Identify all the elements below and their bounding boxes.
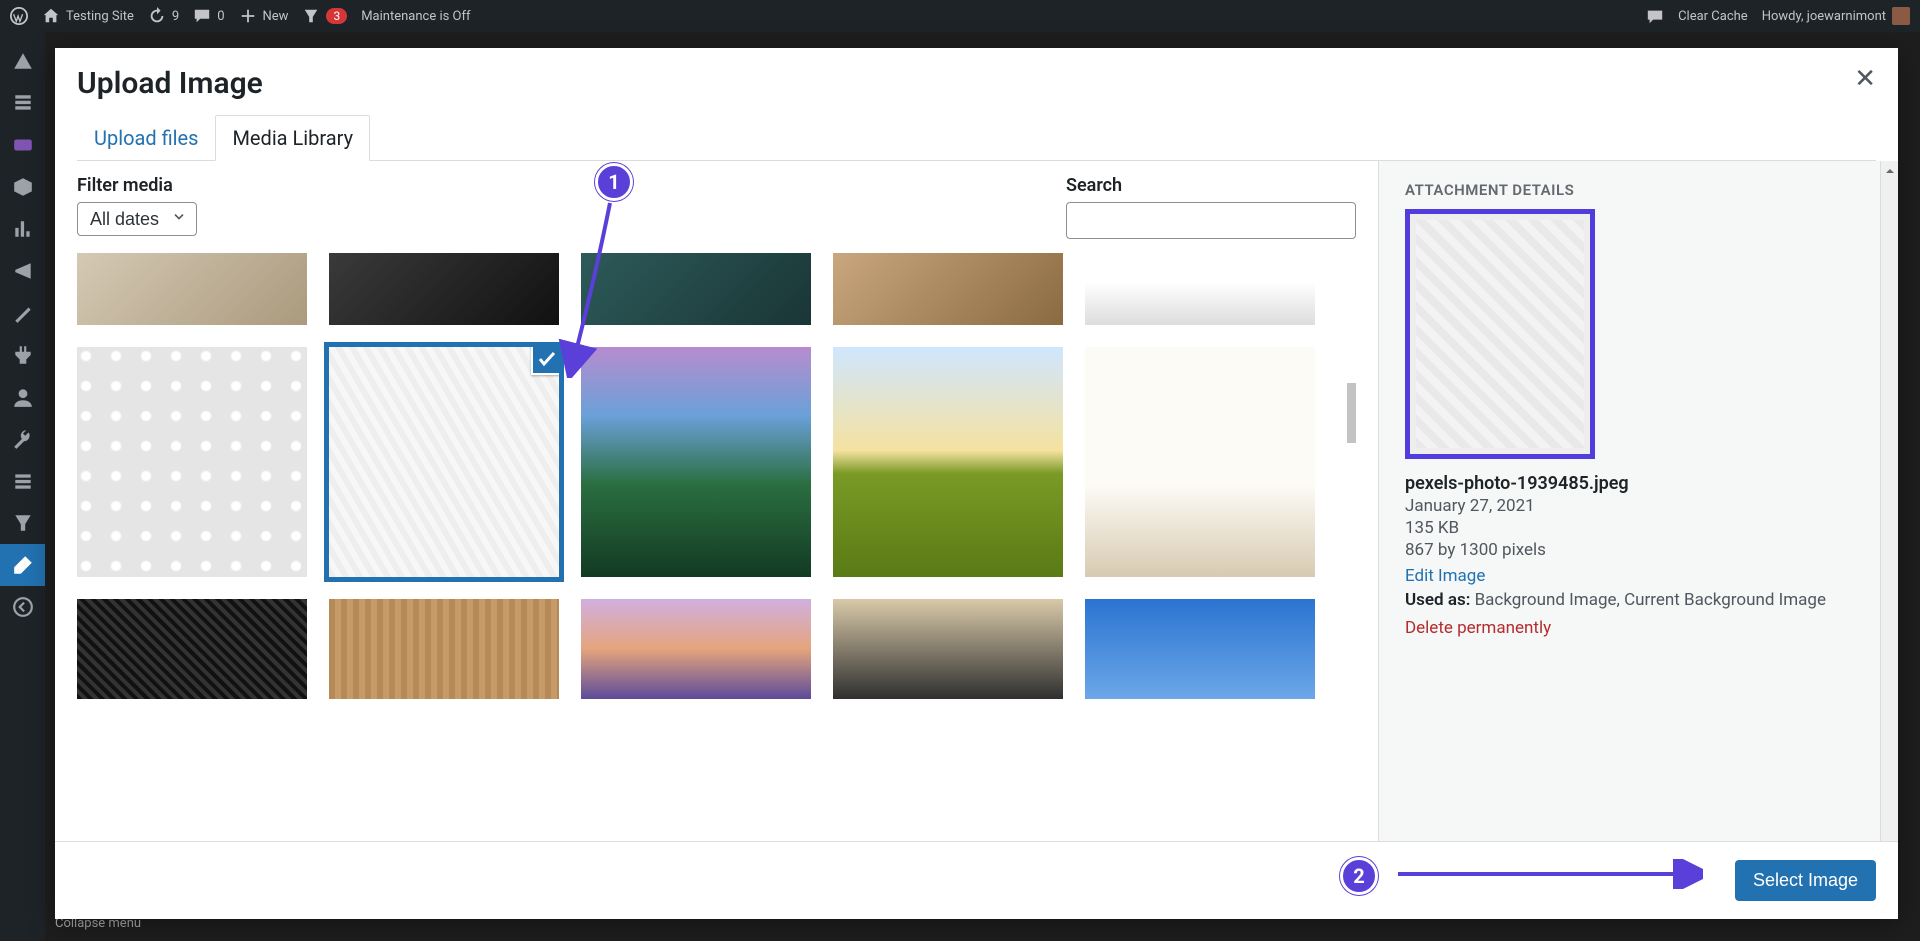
media-thumbnail[interactable] (1085, 347, 1315, 577)
maintenance-link[interactable]: Maintenance is Off (361, 9, 470, 24)
close-icon[interactable]: ✕ (1854, 66, 1876, 92)
notifications-icon[interactable] (1646, 7, 1664, 25)
attachment-date: January 27, 2021 (1405, 496, 1876, 516)
attachment-details-sidebar: ATTACHMENT DETAILS pexels-photo-1939485.… (1378, 161, 1898, 841)
modal-header: Upload Image ✕ Upload files Media Librar… (55, 48, 1898, 161)
media-thumbnail[interactable] (581, 599, 811, 699)
attachment-dimensions: 867 by 1300 pixels (1405, 540, 1876, 560)
site-home-link[interactable]: Testing Site (42, 7, 134, 25)
media-thumbnail-selected[interactable] (329, 347, 559, 577)
attachment-used-as: Used as: Background Image, Current Backg… (1405, 590, 1876, 610)
media-grid (77, 253, 1356, 699)
menu-plugins[interactable] (0, 334, 45, 376)
attachment-details-heading: ATTACHMENT DETAILS (1405, 181, 1876, 199)
media-thumbnail[interactable] (329, 253, 559, 325)
search-input[interactable] (1066, 202, 1356, 239)
comments-link[interactable]: 0 (193, 7, 224, 25)
media-thumbnail[interactable] (329, 599, 559, 699)
tab-upload-files[interactable]: Upload files (77, 115, 215, 161)
attachment-filename: pexels-photo-1939485.jpeg (1405, 473, 1876, 494)
yoast-link[interactable]: 3 (302, 7, 347, 25)
menu-appearance[interactable] (0, 292, 45, 334)
menu-dashboard[interactable] (0, 40, 45, 82)
menu-settings[interactable] (0, 460, 45, 502)
modal-title: Upload Image (77, 66, 1876, 101)
attachment-size: 135 KB (1405, 518, 1876, 538)
annotation-badge-1: 1 (595, 163, 633, 201)
media-thumbnail[interactable] (833, 253, 1063, 325)
maintenance-label: Maintenance is Off (361, 9, 470, 24)
menu-customize[interactable] (0, 544, 45, 586)
menu-woocommerce[interactable] (0, 124, 45, 166)
menu-users[interactable] (0, 376, 45, 418)
wp-admin-bar: Testing Site 9 0 New 3 Maintenance is Of… (0, 0, 1920, 32)
wp-logo-icon[interactable] (10, 7, 28, 25)
sidebar-scrollbar[interactable] (1880, 161, 1898, 841)
media-library-area: Filter media All dates Search (55, 161, 1378, 841)
modal-tabs: Upload files Media Library (77, 115, 1876, 161)
media-thumbnail[interactable] (1085, 599, 1315, 699)
filter-media-label: Filter media (77, 175, 197, 196)
scroll-up-icon[interactable] (1881, 161, 1898, 181)
select-image-button[interactable]: Select Image (1735, 860, 1876, 901)
yoast-badge: 3 (326, 8, 347, 24)
new-content-label: New (263, 9, 289, 24)
new-content-link[interactable]: New (239, 7, 289, 25)
media-thumbnail[interactable] (833, 599, 1063, 699)
media-thumbnail[interactable] (77, 347, 307, 577)
filter-date-select[interactable]: All dates (77, 202, 197, 236)
comments-count: 0 (217, 9, 224, 24)
wp-admin-menu (0, 32, 45, 941)
attachment-preview (1405, 209, 1595, 459)
edit-image-link[interactable]: Edit Image (1405, 566, 1485, 586)
menu-collapse[interactable] (0, 586, 45, 628)
updates-link[interactable]: 9 (148, 7, 179, 25)
grid-scrollbar-thumb[interactable] (1347, 383, 1356, 443)
menu-analytics[interactable] (0, 208, 45, 250)
media-thumbnail[interactable] (581, 253, 811, 325)
used-as-label: Used as: (1405, 590, 1470, 610)
clear-cache-label: Clear Cache (1678, 9, 1748, 24)
tab-media-library[interactable]: Media Library (215, 115, 370, 161)
menu-posts[interactable] (0, 82, 45, 124)
howdy-label: Howdy, joewarnimont (1762, 9, 1886, 24)
menu-products[interactable] (0, 166, 45, 208)
upload-image-modal: Upload Image ✕ Upload files Media Librar… (55, 48, 1898, 919)
site-name-label: Testing Site (66, 9, 134, 24)
media-grid-scroll[interactable] (77, 253, 1356, 841)
delete-permanently-link[interactable]: Delete permanently (1405, 618, 1551, 638)
updates-count: 9 (172, 9, 179, 24)
filters-row: Filter media All dates Search (77, 175, 1356, 239)
check-icon (531, 347, 559, 375)
media-thumbnail[interactable] (77, 253, 307, 325)
annotation-badge-2: 2 (1340, 857, 1378, 895)
media-thumbnail[interactable] (1085, 253, 1315, 325)
modal-body: Filter media All dates Search (55, 161, 1898, 841)
profile-link[interactable]: Howdy, joewarnimont (1762, 7, 1910, 25)
media-thumbnail[interactable] (77, 599, 307, 699)
menu-tools[interactable] (0, 418, 45, 460)
search-label: Search (1066, 175, 1356, 196)
menu-yoast[interactable] (0, 502, 45, 544)
menu-marketing[interactable] (0, 250, 45, 292)
media-thumbnail[interactable] (833, 347, 1063, 577)
avatar-icon (1892, 7, 1910, 25)
clear-cache-link[interactable]: Clear Cache (1678, 9, 1748, 24)
modal-footer: Select Image (55, 841, 1898, 919)
media-thumbnail[interactable] (581, 347, 811, 577)
used-as-value: Background Image, Current Background Ima… (1470, 590, 1826, 610)
